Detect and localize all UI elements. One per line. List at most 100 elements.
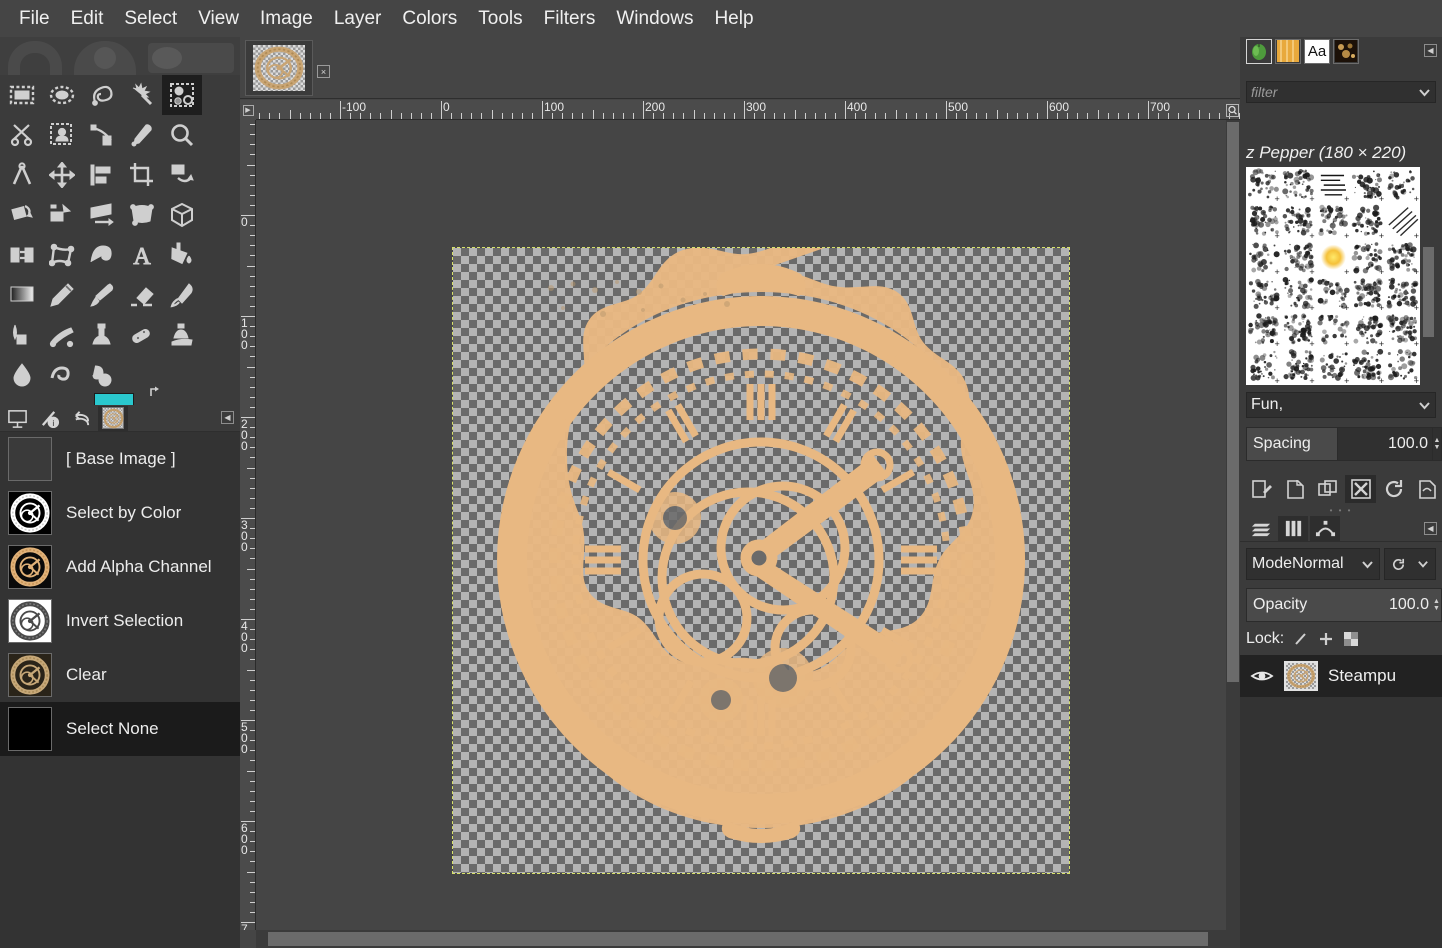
- tool-scissors-select-icon[interactable]: [2, 115, 42, 155]
- tool-zoom-icon[interactable]: [162, 115, 202, 155]
- brush-cell[interactable]: +: [1281, 348, 1316, 385]
- dock-resize-grip[interactable]: • • •: [1240, 506, 1442, 515]
- tab-brushes[interactable]: [1246, 38, 1272, 64]
- undo-history-item[interactable]: [ Base Image ]: [0, 432, 240, 486]
- tool-ellipse-select-icon[interactable]: [42, 75, 82, 115]
- tool-bucket-fill-icon[interactable]: [162, 235, 202, 275]
- brush-cell[interactable]: +: [1385, 312, 1420, 349]
- tool-flip-icon[interactable]: [2, 235, 42, 275]
- brush-cell[interactable]: +: [1350, 348, 1385, 385]
- brush-grid[interactable]: +++++++++++++++++++++++++++++++++++: [1246, 167, 1420, 385]
- zoom-image-button[interactable]: [1224, 100, 1240, 120]
- spacing-stepper[interactable]: ▲ ▼: [1433, 427, 1442, 461]
- ruler-origin-button[interactable]: ▶: [240, 100, 256, 120]
- tool-text-icon[interactable]: A: [122, 235, 162, 275]
- tool-gradient-icon[interactable]: [2, 275, 42, 315]
- brush-cell[interactable]: +: [1316, 348, 1351, 385]
- brush-tag-filter[interactable]: Fun,: [1246, 392, 1436, 418]
- tool-rotate-icon[interactable]: [162, 155, 202, 195]
- brush-cell[interactable]: +: [1316, 167, 1351, 204]
- undo-history-list[interactable]: [ Base Image ] Select by Color Add Alpha C…: [0, 432, 240, 948]
- tool-unified-transform-icon[interactable]: [2, 195, 42, 235]
- duplicate-brush-button[interactable]: [1312, 475, 1343, 503]
- tool-free-select-icon[interactable]: [82, 75, 122, 115]
- edit-brush-button[interactable]: [1246, 475, 1277, 503]
- horizontal-scrollbar[interactable]: [256, 930, 1224, 948]
- tool-fuzzy-select-icon[interactable]: [122, 75, 162, 115]
- brush-cell[interactable]: +: [1246, 312, 1281, 349]
- brush-cell[interactable]: +: [1246, 240, 1281, 276]
- tool-paintbrush-icon[interactable]: [82, 275, 122, 315]
- tab-channels[interactable]: [1278, 515, 1308, 541]
- tab-paths[interactable]: [1310, 515, 1340, 541]
- open-brush-as-image-button[interactable]: [1411, 475, 1442, 503]
- brush-cell[interactable]: +: [1316, 240, 1351, 276]
- undo-history-item[interactable]: Select None: [0, 702, 240, 756]
- brush-cell[interactable]: +: [1385, 348, 1420, 385]
- tool-foreground-select-icon[interactable]: [42, 115, 82, 155]
- tool-3d-transform-icon[interactable]: [162, 195, 202, 235]
- tool-handle-transform-icon[interactable]: [42, 195, 82, 235]
- tool-crop-icon[interactable]: [122, 155, 162, 195]
- tool-select-by-color-icon[interactable]: [162, 75, 202, 115]
- menu-item-file[interactable]: File: [10, 5, 59, 33]
- brush-cell[interactable]: +: [1350, 240, 1385, 276]
- brush-filter-input[interactable]: filter: [1246, 81, 1436, 103]
- menu-item-windows[interactable]: Windows: [607, 5, 702, 33]
- layer-list[interactable]: Steampu: [1240, 655, 1442, 948]
- lock-position-button[interactable]: [1318, 631, 1334, 647]
- refresh-brushes-button[interactable]: [1378, 475, 1409, 503]
- menu-item-select[interactable]: Select: [115, 5, 186, 33]
- canvas-viewport[interactable]: [256, 120, 1240, 930]
- menu-item-image[interactable]: Image: [251, 5, 322, 33]
- tool-rect-select-icon[interactable]: [2, 75, 42, 115]
- brushes-menu-button[interactable]: ◀: [1424, 44, 1437, 57]
- image-canvas[interactable]: [452, 247, 1070, 874]
- tab-pointer[interactable]: i: [34, 406, 64, 431]
- brush-cell[interactable]: +: [1385, 167, 1420, 204]
- menu-item-help[interactable]: Help: [705, 5, 762, 33]
- brush-cell[interactable]: +: [1316, 312, 1351, 349]
- brush-cell[interactable]: +: [1350, 276, 1385, 313]
- navigation-preview-button[interactable]: [1224, 930, 1240, 948]
- brush-cell[interactable]: +: [1316, 276, 1351, 313]
- tool-perspective-icon[interactable]: [122, 195, 162, 235]
- vertical-scrollbar[interactable]: [1226, 120, 1240, 930]
- tool-color-picker-icon[interactable]: [122, 115, 162, 155]
- tab-tool-options[interactable]: [2, 406, 32, 431]
- tab-patterns[interactable]: [1275, 38, 1301, 64]
- swap-colors-icon[interactable]: [148, 385, 162, 399]
- menu-item-tools[interactable]: Tools: [469, 5, 531, 33]
- brush-cell[interactable]: +: [1350, 312, 1385, 349]
- brush-cell[interactable]: +: [1281, 312, 1316, 349]
- brush-cell[interactable]: +: [1385, 276, 1420, 313]
- lock-alpha-button[interactable]: [1343, 631, 1359, 647]
- tool-airbrush-icon[interactable]: [162, 275, 202, 315]
- tab-fonts[interactable]: Aa: [1304, 38, 1330, 64]
- opacity-input[interactable]: 100.0: [1389, 589, 1432, 621]
- tool-ink-icon[interactable]: [2, 315, 42, 355]
- tab-undo-history[interactable]: [66, 406, 96, 431]
- tool-heal-icon[interactable]: [122, 315, 162, 355]
- eye-icon[interactable]: [1240, 668, 1284, 684]
- horizontal-scrollbar-thumb[interactable]: [268, 932, 1208, 946]
- opacity-stepper[interactable]: ▲ ▼: [1432, 589, 1441, 621]
- menu-item-view[interactable]: View: [189, 5, 248, 33]
- delete-brush-button[interactable]: [1345, 475, 1376, 503]
- dock-menu-button[interactable]: ◀: [221, 411, 234, 424]
- tab-images[interactable]: [98, 405, 128, 431]
- tool-mypaint-brush-icon[interactable]: [42, 315, 82, 355]
- tab-palettes[interactable]: [1333, 38, 1359, 64]
- undo-history-item[interactable]: Select by Color: [0, 486, 240, 540]
- undo-history-item[interactable]: Clear: [0, 648, 240, 702]
- tab-layers[interactable]: [1246, 516, 1276, 541]
- brush-cell[interactable]: +: [1316, 203, 1351, 240]
- new-brush-button[interactable]: [1279, 475, 1310, 503]
- lock-pixels-button[interactable]: [1293, 631, 1309, 647]
- brush-cell[interactable]: +: [1246, 203, 1281, 240]
- vertical-ruler[interactable]: 0100200300400500600700: [240, 120, 256, 930]
- undo-history-item[interactable]: Add Alpha Channel: [0, 540, 240, 594]
- brush-cell[interactable]: +: [1385, 240, 1420, 276]
- horizontal-ruler[interactable]: -100 0 100 200 300 400 500 600 700: [256, 100, 1240, 120]
- menu-item-edit[interactable]: Edit: [62, 5, 113, 33]
